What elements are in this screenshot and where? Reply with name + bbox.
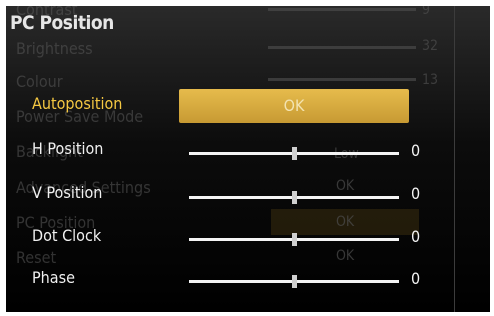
v-position-slider[interactable] xyxy=(189,191,399,204)
dot-clock-label: Dot Clock xyxy=(32,226,102,245)
phase-label: Phase xyxy=(32,268,75,287)
autoposition-ok-button[interactable]: OK xyxy=(179,89,409,123)
ghost-item-brightness: Brightness xyxy=(16,39,93,58)
h-position-label: H Position xyxy=(32,139,104,158)
phase-value: 0 xyxy=(411,269,421,288)
menu-title: PC Position xyxy=(10,12,114,34)
ghost-slider-colour xyxy=(268,78,416,81)
ghost-value-pc-position: OK xyxy=(336,214,355,230)
phase-slider[interactable] xyxy=(189,275,399,288)
h-position-value: 0 xyxy=(411,141,421,160)
ghost-slider-brightness xyxy=(268,46,416,49)
v-position-value: 0 xyxy=(411,184,421,203)
dot-clock-slider[interactable] xyxy=(189,233,399,246)
ghost-value-colour: 13 xyxy=(422,72,439,88)
ghost-value-reset: OK xyxy=(336,248,355,264)
dot-clock-slider-thumb[interactable] xyxy=(292,233,297,246)
ghost-value-contrast: 9 xyxy=(422,6,431,18)
ghost-value-brightness: 32 xyxy=(422,38,439,54)
ghost-slider-contrast xyxy=(268,8,416,11)
autoposition-label: Autoposition xyxy=(32,94,123,113)
ghost-item-colour: Colour xyxy=(16,72,63,91)
pc-position-menu: Contrast Brightness Colour Power Save Mo… xyxy=(6,6,490,312)
phase-slider-thumb[interactable] xyxy=(292,275,297,288)
h-position-slider[interactable] xyxy=(189,147,399,160)
v-position-slider-thumb[interactable] xyxy=(292,191,297,204)
v-position-label: V Position xyxy=(32,183,103,202)
ghost-item-reset: Reset xyxy=(16,248,57,267)
h-position-slider-thumb[interactable] xyxy=(292,147,297,160)
dot-clock-value: 0 xyxy=(411,227,421,246)
ghost-value-advanced: OK xyxy=(336,178,355,194)
divider xyxy=(454,6,455,312)
